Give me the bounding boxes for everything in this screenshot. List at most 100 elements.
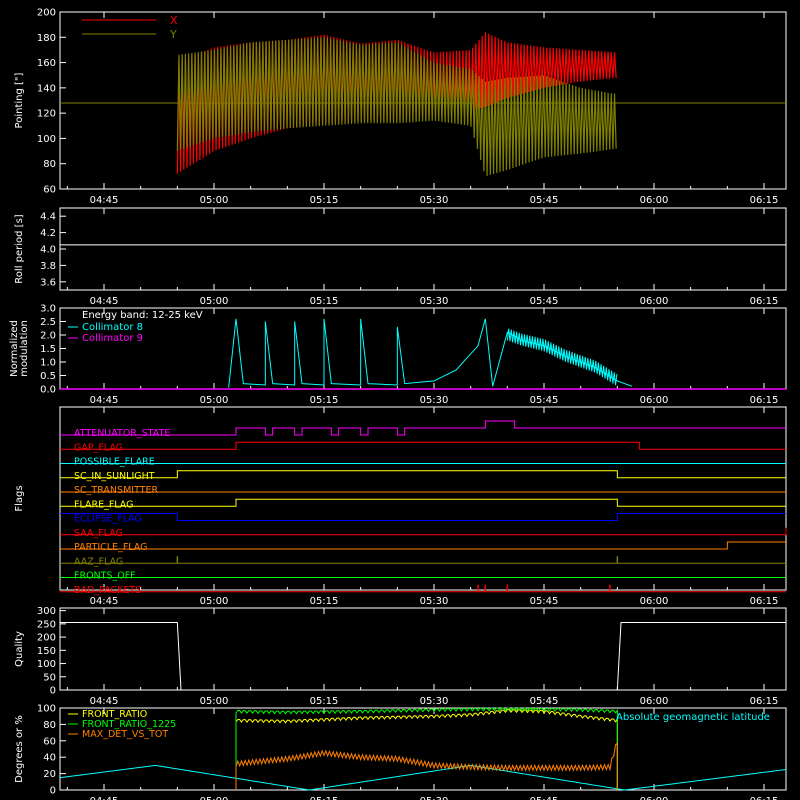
- roll-ytick-label: 4.2: [40, 228, 56, 239]
- pointing-ytick-label: 60: [43, 185, 56, 196]
- quality-series: [60, 622, 786, 691]
- flags-xtick-label: 05:15: [310, 596, 339, 607]
- flag-label-ATTENUATOR_STATE: ATTENUATOR_STATE: [74, 428, 170, 439]
- flag-line-ECLIPSE_FLAG: [60, 513, 786, 521]
- flag-label-GAP_FLAG: GAP_FLAG: [74, 442, 123, 453]
- modulation-ytick-label: 1.5: [40, 344, 56, 355]
- legend-label-MAX_DET_VS_TOT: MAX_DET_VS_TOT: [82, 729, 168, 740]
- flag-label-SC_TRANSMITTER: SC_TRANSMITTER: [74, 485, 159, 496]
- quality-xtick-label: 05:45: [530, 696, 559, 707]
- geomag-xtick-label: 06:15: [750, 796, 779, 800]
- roll-ytick-label: 3.6: [40, 277, 56, 288]
- geomag-ytick-label: 80: [43, 720, 56, 731]
- flag-label-ECLIPSE_FLAG: ECLIPSE_FLAG: [74, 514, 142, 525]
- pointing-ytick-label: 100: [37, 134, 56, 145]
- quality-ytick-label: 150: [37, 646, 56, 657]
- quality-ytick-label: 50: [43, 672, 56, 683]
- roll-ytick-label: 4.0: [40, 245, 56, 256]
- pointing-ytick-label: 120: [37, 109, 56, 120]
- geomag-xtick-label: 05:30: [420, 796, 449, 800]
- roll-xtick-label: 06:15: [750, 296, 779, 307]
- quality-xtick-label: 05:15: [310, 696, 339, 707]
- geomag-ytick-label: 100: [37, 704, 56, 715]
- modulation-ytick-label: 2.5: [40, 317, 56, 328]
- roll-xtick-label: 05:15: [310, 296, 339, 307]
- quality-axes: 04:45 05:00 05:15 05:30 05:45 06:00 06:15 0 50 10…: [37, 606, 787, 707]
- roll-xtick-label: 06:00: [640, 296, 669, 307]
- flag-line-PARTICLE_FLAG: [60, 541, 786, 550]
- roll-xtick-label: 05:00: [200, 296, 229, 307]
- flag-label-FRONTS_OFF: FRONTS_OFF: [74, 571, 136, 582]
- pointing-xtick-label: 06:15: [750, 195, 779, 206]
- modulation-ytick-label: 0.5: [40, 371, 56, 382]
- pointing-xtick-label: 05:15: [310, 195, 339, 206]
- quality-xtick-label: 05:00: [200, 696, 229, 707]
- pointing-ytick-label: 200: [37, 8, 56, 19]
- quality-ytick-label: 200: [37, 633, 56, 644]
- flag-label-BAD_PACKETS: BAD_PACKETS: [74, 585, 141, 596]
- modulation-ytick-label: 0.0: [40, 385, 56, 396]
- geomag-ytick-label: 0: [50, 786, 56, 797]
- roll-ytick-label: 3.8: [40, 261, 56, 272]
- modulation-xtick-label: 05:15: [310, 395, 339, 406]
- roll-ylabel: Roll period [s]: [14, 214, 25, 283]
- modulation-xtick-label: 05:00: [200, 395, 229, 406]
- modulation-ytick-label: 1.0: [40, 358, 56, 369]
- geomag-xtick-label: 05:45: [530, 796, 559, 800]
- geomag-series-FRONT_RATIO: [235, 709, 618, 790]
- geomag-ytick-label: 60: [43, 736, 56, 747]
- quality-ytick-label: 100: [37, 659, 56, 670]
- pointing-axes: 04:45 05:00 05:15 05:30 05:45 06:00 06:15 60 80 1…: [37, 8, 787, 206]
- quality-xtick-label: 04:45: [90, 696, 119, 707]
- flag-label-POSSIBLE_FLARE: POSSIBLE_FLARE: [74, 457, 155, 468]
- flag-line-GAP_FLAG: [60, 441, 786, 450]
- modulation-xtick-label: 06:15: [750, 395, 779, 406]
- flag-label-AAZ_FLAG: AAZ_FLAG: [74, 556, 123, 567]
- pointing-ytick-label: 80: [43, 159, 56, 170]
- modulation-collimator-8-noise: [506, 328, 618, 386]
- modulation-xtick-label: 05:45: [530, 395, 559, 406]
- modulation-xtick-label: 04:45: [90, 395, 119, 406]
- quality-ytick-label: 0: [50, 686, 56, 697]
- flags-xtick-label: 06:15: [750, 596, 779, 607]
- roll-frame: [59, 207, 787, 291]
- flags-xtick-label: 05:00: [200, 596, 229, 607]
- geomag-series-latitude: [59, 764, 787, 791]
- flag-line-SAA_FLAG: [60, 527, 787, 536]
- flag-label-PARTICLE_FLAG: PARTICLE_FLAG: [74, 542, 147, 553]
- pointing-ytick-label: 180: [37, 33, 56, 44]
- modulation-xtick-label: 06:00: [640, 395, 669, 406]
- quality-ytick-label: 250: [37, 619, 56, 630]
- flags-xtick-label: 05:30: [420, 596, 449, 607]
- quality-xtick-label: 06:15: [750, 696, 779, 707]
- geomag-xtick-label: 05:15: [310, 796, 339, 800]
- geomag-xtick-label: 06:00: [640, 796, 669, 800]
- geomag-xtick-label: 05:00: [200, 796, 229, 800]
- quality-xtick-label: 06:00: [640, 696, 669, 707]
- flag-line-FLARE_FLAG: [60, 498, 786, 507]
- quality-frame: [59, 607, 787, 691]
- modulation-xtick-label: 05:30: [420, 395, 449, 406]
- pointing-xtick-label: 05:45: [530, 195, 559, 206]
- pointing-xtick-label: 04:45: [90, 195, 119, 206]
- flags-xtick-label: 06:00: [640, 596, 669, 607]
- geomag-ytick-label: 40: [43, 753, 56, 764]
- modulation-ylabel: modulation: [19, 320, 30, 377]
- pointing-ytick-label: 160: [37, 58, 56, 69]
- pointing-xtick-label: 05:00: [200, 195, 229, 206]
- quality-xtick-label: 05:30: [420, 696, 449, 707]
- geomag-xtick-label: 04:45: [90, 796, 119, 800]
- legend-label-Y: Y: [169, 28, 177, 41]
- flags-xtick-label: 05:45: [530, 596, 559, 607]
- geomag-series-MAX_DET_VS_TOT: [235, 742, 618, 790]
- roll-ytick-label: 4.4: [40, 212, 56, 223]
- geomag-annotation: Absolute geomagnetic latitude: [616, 712, 770, 723]
- legend-label-Collimator 9: Collimator 9: [82, 333, 143, 344]
- pointing-xtick-label: 06:00: [640, 195, 669, 206]
- legend-label-Collimator 8: Collimator 8: [82, 322, 143, 333]
- geomag-ylabel: Degrees or %: [14, 715, 25, 783]
- quality-ylabel: Quality: [14, 631, 25, 667]
- flags-ylabel: Flags: [14, 485, 25, 511]
- pointing-ylabel: Pointing ["]: [14, 72, 25, 128]
- modulation-legend-title: Energy band: 12-25 keV: [82, 310, 203, 321]
